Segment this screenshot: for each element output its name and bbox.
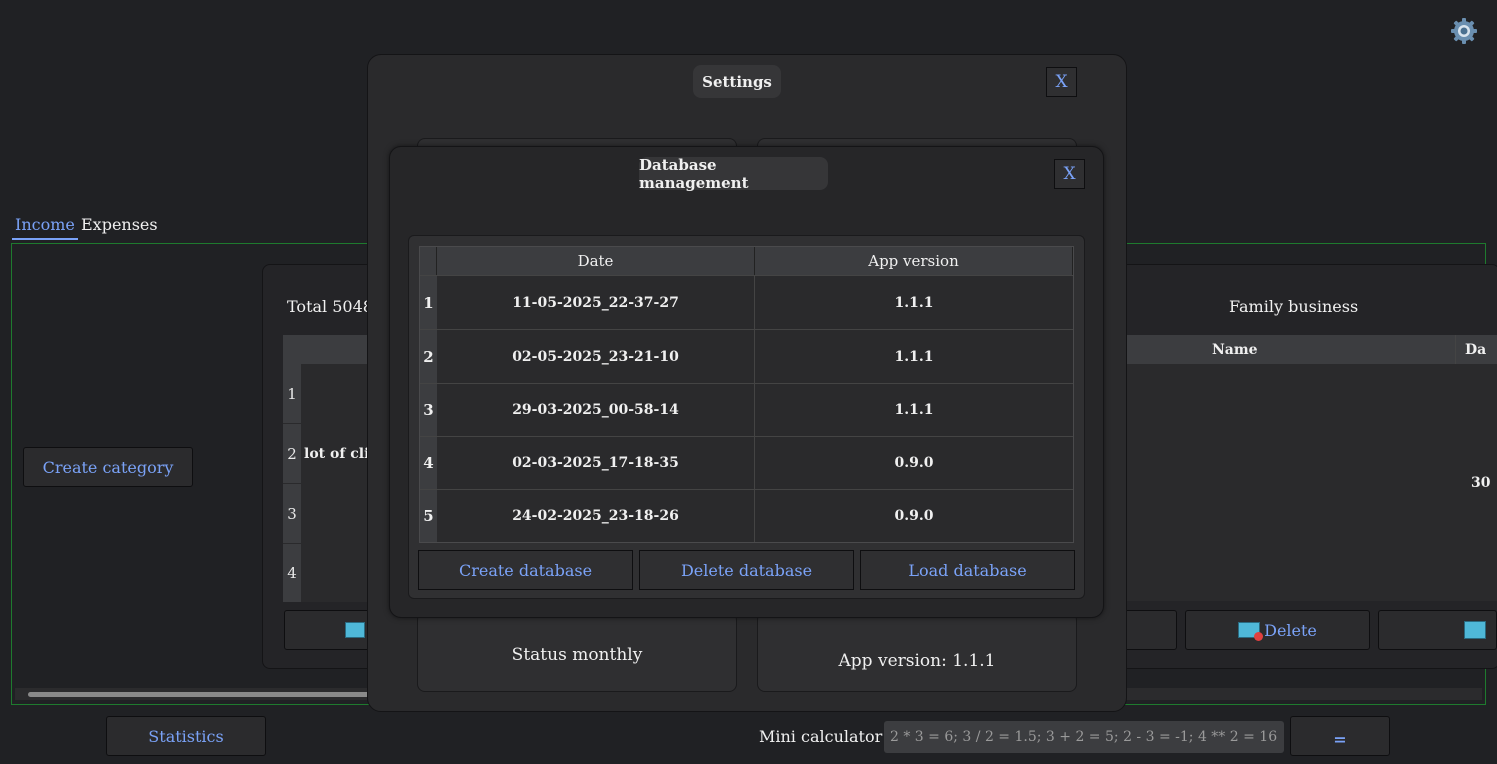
corner-header <box>420 247 437 275</box>
add-row-icon <box>345 622 365 638</box>
edit-button[interactable] <box>1378 610 1497 650</box>
app-version-card: App version: 1.1.1 <box>757 612 1077 692</box>
mini-calculator-label: Mini calculator <box>759 727 883 746</box>
settings-close-button[interactable]: X <box>1046 67 1077 97</box>
delete-button[interactable]: Delete <box>1185 610 1370 650</box>
table-header <box>283 335 373 364</box>
table-row[interactable]: 2 02-05-2025_23-21-10 1.1.1 <box>420 329 1073 383</box>
date-cell[interactable]: 29-03-2025_00-58-14 <box>437 384 755 436</box>
gear-icon[interactable] <box>1449 16 1479 46</box>
settings-title: Settings <box>693 65 781 98</box>
column-name: Name <box>1212 342 1258 358</box>
category-table <box>1104 364 1497 601</box>
column-header-app-version[interactable]: App version <box>755 247 1073 275</box>
row-number: 4 <box>420 437 437 489</box>
row-number: 1 <box>283 364 301 423</box>
create-database-button[interactable]: Create database <box>418 550 633 590</box>
row-number: 3 <box>283 484 301 543</box>
version-cell[interactable]: 1.1.1 <box>755 384 1073 436</box>
column-header-date[interactable]: Date <box>437 247 755 275</box>
database-close-button[interactable]: X <box>1054 159 1085 189</box>
delete-database-button[interactable]: Delete database <box>639 550 854 590</box>
add-row-button[interactable] <box>284 610 374 650</box>
equals-button[interactable]: = <box>1290 716 1390 756</box>
table-row[interactable]: 3 29-03-2025_00-58-14 1.1.1 <box>420 383 1073 436</box>
status-monthly-card[interactable]: Status monthly <box>417 612 737 692</box>
category-table: 1 2 lot of clie 3 4 <box>283 364 378 602</box>
date-cell[interactable]: 24-02-2025_23-18-26 <box>437 490 755 542</box>
row-number: 2 <box>420 330 437 383</box>
row-number: 2 <box>283 424 301 483</box>
date-cell[interactable]: 11-05-2025_22-37-27 <box>437 276 755 329</box>
version-cell[interactable]: 0.9.0 <box>755 490 1073 542</box>
version-cell[interactable]: 1.1.1 <box>755 276 1073 329</box>
date-cell[interactable]: 02-05-2025_23-21-10 <box>437 330 755 383</box>
calculator-input[interactable]: 2 * 3 = 6; 3 / 2 = 1.5; 3 + 2 = 5; 2 - 3… <box>884 721 1284 753</box>
delete-row-icon <box>1238 622 1264 641</box>
row-number: 3 <box>420 384 437 436</box>
row-number: 1 <box>420 276 437 329</box>
edit-icon <box>1464 621 1486 639</box>
database-title: Database management <box>639 156 828 192</box>
statistics-button[interactable]: Statistics <box>106 716 266 756</box>
table-cell: 30 <box>1471 475 1491 491</box>
row-number: 4 <box>283 544 301 602</box>
table-row[interactable]: 5 24-02-2025_23-18-26 0.9.0 <box>420 489 1073 542</box>
table-row[interactable]: 4 02-03-2025_17-18-35 0.9.0 <box>420 436 1073 489</box>
tab-income[interactable]: Income <box>12 215 78 240</box>
total-label: Total 5048 <box>287 297 373 316</box>
scrollbar-thumb[interactable] <box>28 692 378 697</box>
database-table: Date App version 1 11-05-2025_22-37-27 1… <box>419 246 1074 543</box>
delete-label: Delete <box>1264 620 1317 640</box>
table-row[interactable]: 1 11-05-2025_22-37-27 1.1.1 <box>420 275 1073 329</box>
table-header <box>1104 335 1497 364</box>
version-cell[interactable]: 0.9.0 <box>755 437 1073 489</box>
category-title: Family business <box>1229 297 1359 316</box>
version-cell[interactable]: 1.1.1 <box>755 330 1073 383</box>
date-cell[interactable]: 02-03-2025_17-18-35 <box>437 437 755 489</box>
create-category-button[interactable]: Create category <box>23 447 193 487</box>
column-date: Da <box>1465 342 1487 358</box>
row-number: 5 <box>420 490 437 542</box>
tab-expenses[interactable]: Expenses <box>78 215 161 238</box>
load-database-button[interactable]: Load database <box>860 550 1075 590</box>
